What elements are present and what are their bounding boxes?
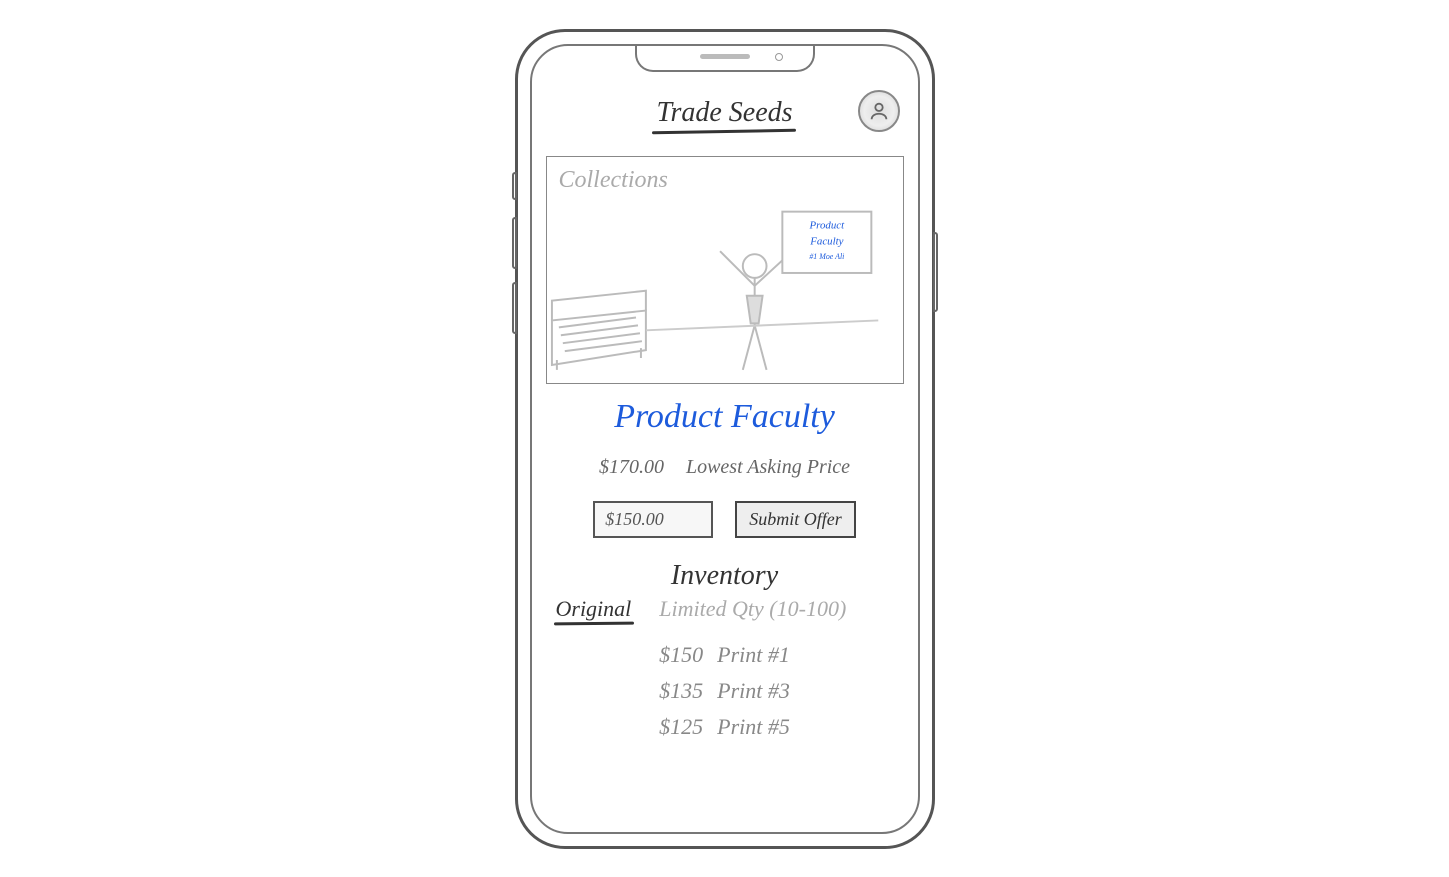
offer-row: Submit Offer <box>546 501 904 538</box>
camera-icon <box>775 53 783 61</box>
price-label: Lowest Asking Price <box>686 456 850 479</box>
speaker-icon <box>700 54 750 59</box>
price-row: $170.00 Lowest Asking Price <box>546 456 904 479</box>
print-price: $125 <box>659 714 703 740</box>
print-label: Print #1 <box>717 642 790 668</box>
phone-side-button <box>512 172 517 200</box>
inventory-title: Inventory <box>546 560 904 592</box>
hero-illustration: Product Faculty #1 Moe Ali <box>547 157 903 383</box>
inventory-tabs: Original Limited Qty (10-100) <box>546 596 904 622</box>
submit-offer-button[interactable]: Submit Offer <box>735 501 856 538</box>
user-icon <box>868 100 890 122</box>
tab-original[interactable]: Original <box>556 596 632 622</box>
product-title: Product Faculty <box>546 398 904 436</box>
print-price: $150 <box>659 642 703 668</box>
print-price: $135 <box>659 678 703 704</box>
phone-side-button <box>933 232 938 312</box>
tab-limited-qty[interactable]: Limited Qty (10-100) <box>659 596 846 622</box>
app-header: Trade Seeds <box>546 86 904 140</box>
print-label: Print #5 <box>717 714 790 740</box>
phone-frame: Trade Seeds Collections <box>515 29 935 849</box>
product-price: $170.00 <box>599 456 664 479</box>
print-list: $150 Print #1 $135 Print #3 $125 Print #… <box>546 642 904 740</box>
list-item[interactable]: $135 Print #3 <box>659 678 790 704</box>
poster-line2: Faculty <box>809 235 843 247</box>
phone-side-button <box>512 217 517 269</box>
list-item[interactable]: $125 Print #5 <box>659 714 790 740</box>
avatar[interactable] <box>858 90 900 132</box>
hero-panel: Collections <box>546 156 904 384</box>
offer-input[interactable] <box>593 501 713 538</box>
phone-screen: Trade Seeds Collections <box>530 44 920 834</box>
poster-line3: #1 Moe Ali <box>809 252 844 261</box>
app-title: Trade Seeds <box>656 97 792 129</box>
phone-side-button <box>512 282 517 334</box>
print-label: Print #3 <box>717 678 790 704</box>
list-item[interactable]: $150 Print #1 <box>659 642 790 668</box>
poster-line1: Product <box>808 219 845 231</box>
phone-notch <box>635 44 815 72</box>
